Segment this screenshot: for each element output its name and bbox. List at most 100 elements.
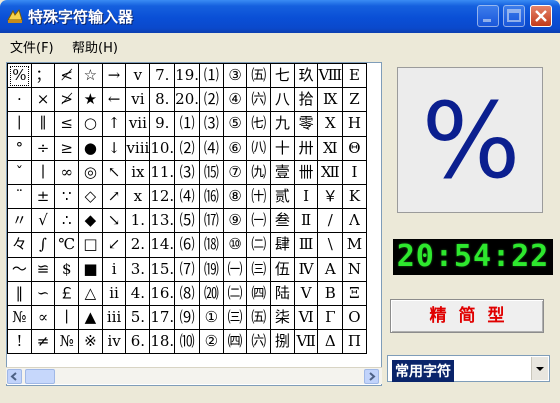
char-cell[interactable]: 柒 (270, 304, 295, 331)
char-cell[interactable]: Η (342, 111, 367, 137)
maximize-button[interactable] (503, 5, 525, 27)
char-cell[interactable]: ∣ (7, 111, 32, 137)
char-cell[interactable]: 陆 (270, 280, 295, 306)
char-cell[interactable]: Γ (317, 304, 344, 331)
char-cell[interactable]: ⑧ (222, 183, 248, 210)
char-cell[interactable]: ◆ (78, 208, 103, 234)
char-cell[interactable]: 19. (174, 63, 201, 89)
char-cell[interactable]: ↑ (101, 111, 127, 137)
char-cell[interactable]: Λ (342, 208, 367, 234)
char-cell[interactable]: ⅳ (101, 329, 127, 355)
char-cell[interactable]: 12. (149, 183, 176, 210)
char-cell[interactable]: ⅰ (101, 256, 127, 282)
char-cell[interactable]: 14. (149, 232, 176, 258)
char-cell[interactable]: Ο (342, 304, 367, 331)
char-cell[interactable]: 壹 (270, 159, 295, 185)
char-cell[interactable]: ↙ (101, 232, 127, 258)
char-cell[interactable]: 20. (174, 87, 201, 113)
char-cell[interactable]: ⑹ (174, 232, 201, 258)
chevron-down-icon[interactable] (531, 357, 548, 380)
scroll-right-button[interactable] (364, 369, 379, 384)
char-cell[interactable]: 15. (149, 256, 176, 282)
char-cell[interactable]: ∣ (30, 159, 56, 185)
char-cell[interactable]: 2. (125, 232, 151, 258)
char-cell[interactable]: 贰 (270, 183, 295, 210)
char-cell[interactable]: Ⅺ (317, 135, 344, 161)
char-cell[interactable]: ★ (78, 87, 103, 113)
char-cell[interactable]: Ζ (342, 87, 367, 113)
char-cell[interactable]: ㈡ (222, 280, 248, 306)
char-cell[interactable]: Ⅻ (317, 159, 344, 185)
char-cell[interactable]: Θ (342, 135, 367, 161)
char-cell[interactable]: 10. (149, 135, 176, 161)
char-cell[interactable]: ⑸ (174, 208, 201, 234)
char-cell[interactable]: √ (30, 208, 56, 234)
char-cell[interactable]: viii (125, 135, 151, 161)
char-cell[interactable]: 卅 (293, 135, 319, 161)
char-cell[interactable]: Ν (342, 256, 367, 282)
char-cell[interactable]: 卌 (293, 159, 319, 185)
char-cell[interactable]: ● (78, 135, 103, 161)
mode-toggle-button[interactable]: 精简型 (390, 299, 544, 333)
char-cell[interactable]: ㈠ (246, 208, 272, 234)
char-cell[interactable]: ㈩ (246, 183, 272, 210)
char-cell[interactable]: ° (7, 135, 32, 161)
char-cell[interactable]: ⑵ (174, 135, 201, 161)
char-cell[interactable]: ￡ (54, 280, 80, 306)
char-cell[interactable]: ◇ (78, 183, 103, 210)
char-cell[interactable]: v (125, 63, 151, 89)
char-cell[interactable]: ㈥ (246, 329, 272, 355)
char-cell[interactable]: □ (78, 232, 103, 258)
char-cell[interactable]: 肆 (270, 232, 295, 258)
char-cell[interactable]: Ⅹ (317, 111, 344, 137)
char-cell[interactable]: 3. (125, 256, 151, 282)
char-cell[interactable]: ↓ (101, 135, 127, 161)
char-cell[interactable]: ； (30, 63, 56, 89)
char-cell[interactable]: ℃ (54, 232, 80, 258)
char-cell[interactable]: ～ (7, 256, 32, 282)
char-cell[interactable]: ⒇ (199, 280, 224, 306)
char-cell[interactable]: Π (342, 329, 367, 355)
char-cell[interactable]: ≯ (54, 87, 80, 113)
char-cell[interactable]: ⅲ (101, 304, 127, 331)
char-cell[interactable]: Μ (342, 232, 367, 258)
char-cell[interactable]: / (317, 208, 344, 234)
char-cell[interactable]: 17. (149, 304, 176, 331)
char-cell[interactable]: 11. (149, 159, 176, 185)
char-cell[interactable]: ∣ (54, 304, 80, 331)
char-cell[interactable]: ↘ (101, 208, 127, 234)
char-cell[interactable]: ⑴ (199, 63, 224, 89)
title-bar[interactable]: 特殊字符输入器 (0, 0, 560, 33)
char-cell[interactable]: ⑷ (199, 135, 224, 161)
menu-help[interactable]: 帮助(H) (72, 37, 118, 56)
char-cell[interactable]: ↗ (101, 183, 127, 210)
char-cell[interactable]: ∽ (30, 280, 56, 306)
char-cell[interactable]: ㈢ (222, 304, 248, 331)
char-cell[interactable]: x (125, 183, 151, 210)
char-cell[interactable]: ② (199, 329, 224, 355)
char-cell[interactable]: ⑤ (222, 111, 248, 137)
char-cell[interactable]: ▲ (78, 304, 103, 331)
char-cell[interactable]: Ⅳ (293, 256, 319, 282)
char-cell[interactable]: ◎ (78, 159, 103, 185)
char-cell[interactable]: \ (317, 232, 344, 258)
char-cell[interactable]: ㈢ (246, 256, 272, 282)
char-cell[interactable]: ≮ (54, 63, 80, 89)
char-cell[interactable]: 伍 (270, 256, 295, 282)
char-cell[interactable]: ← (101, 87, 127, 113)
char-cell[interactable]: 九 (270, 111, 295, 137)
char-cell[interactable]: ∝ (30, 304, 56, 331)
char-cell[interactable]: ⑩ (222, 232, 248, 258)
char-cell[interactable]: → (101, 63, 127, 89)
char-cell[interactable]: ⑥ (222, 135, 248, 161)
char-cell[interactable]: Δ (317, 329, 344, 355)
char-cell[interactable]: ☆ (78, 63, 103, 89)
char-cell[interactable]: × (30, 87, 56, 113)
char-cell[interactable]: 玖 (293, 63, 319, 89)
char-cell[interactable]: 十 (270, 135, 295, 161)
char-cell[interactable]: ⒄ (199, 208, 224, 234)
char-cell[interactable]: ⑶ (174, 159, 201, 185)
char-cell[interactable]: ¨ (7, 183, 32, 210)
char-cell[interactable]: 1. (125, 208, 151, 234)
char-cell[interactable]: ㈣ (246, 280, 272, 306)
